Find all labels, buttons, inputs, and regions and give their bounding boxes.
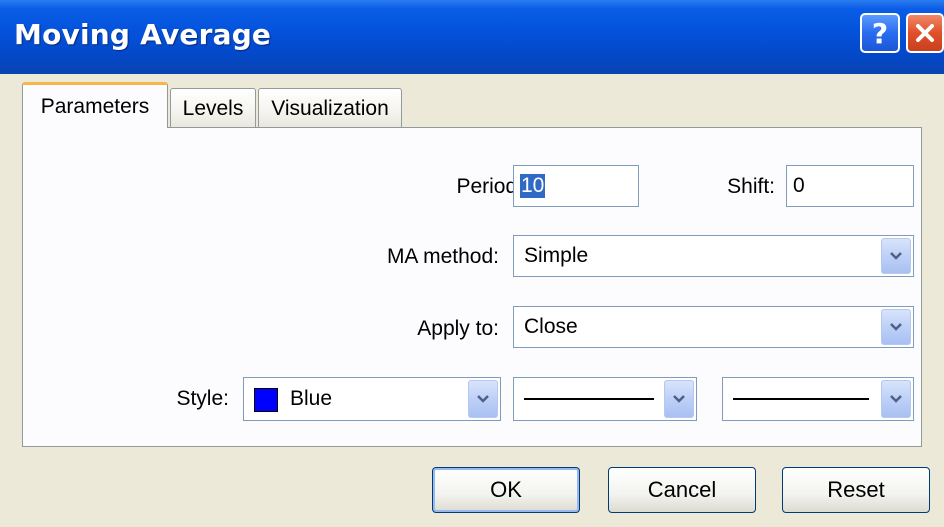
style-color-dropdown-button[interactable] [468,380,498,418]
parameters-panel: Period: 10 Shift: 0 MA method: Simple Ap… [22,127,922,447]
line-width-select[interactable] [722,377,914,421]
chevron-down-icon [890,395,902,403]
ma-method-label: MA method: [386,245,499,268]
ma-method-value: Simple [524,244,589,267]
line-style-dropdown-button[interactable] [664,380,694,418]
shift-label: Shift: [727,175,775,198]
style-label: Style: [176,387,229,410]
shift-input[interactable]: 0 [786,165,914,207]
tab-levels[interactable]: Levels [170,88,256,128]
close-icon [916,24,934,42]
style-color-value: Blue [290,387,333,410]
apply-to-value: Close [524,315,578,338]
line-width-sample [733,398,869,400]
apply-to-label: Apply to: [417,317,499,340]
tab-parameters[interactable]: Parameters [22,82,168,128]
tab-visualization[interactable]: Visualization [258,88,402,128]
cancel-button[interactable]: Cancel [608,467,756,513]
color-swatch [254,388,278,412]
line-style-select[interactable] [513,377,697,421]
help-button[interactable]: ? [860,13,900,53]
apply-to-select[interactable]: Close [513,306,914,348]
close-button[interactable] [906,13,944,53]
line-style-sample [524,398,654,400]
window-title: Moving Average [14,18,272,51]
chevron-down-icon [890,252,902,260]
moving-average-dialog: Moving Average ? Parameters Levels Visua… [0,0,944,527]
period-label: Period: [456,175,523,198]
style-color-select[interactable]: Blue [243,377,501,421]
ok-button[interactable]: OK [432,467,580,513]
title-bar[interactable]: Moving Average ? [0,0,944,74]
line-width-dropdown-button[interactable] [881,380,911,418]
period-input[interactable]: 10 [513,165,639,207]
ma-method-select[interactable]: Simple [513,235,914,277]
period-value: 10 [520,174,546,198]
apply-to-dropdown-button[interactable] [881,309,911,345]
ma-method-dropdown-button[interactable] [881,238,911,274]
chevron-down-icon [890,323,902,331]
reset-button[interactable]: Reset [782,467,930,513]
chevron-down-icon [477,395,489,403]
shift-value: 0 [793,174,805,197]
chevron-down-icon [673,395,685,403]
